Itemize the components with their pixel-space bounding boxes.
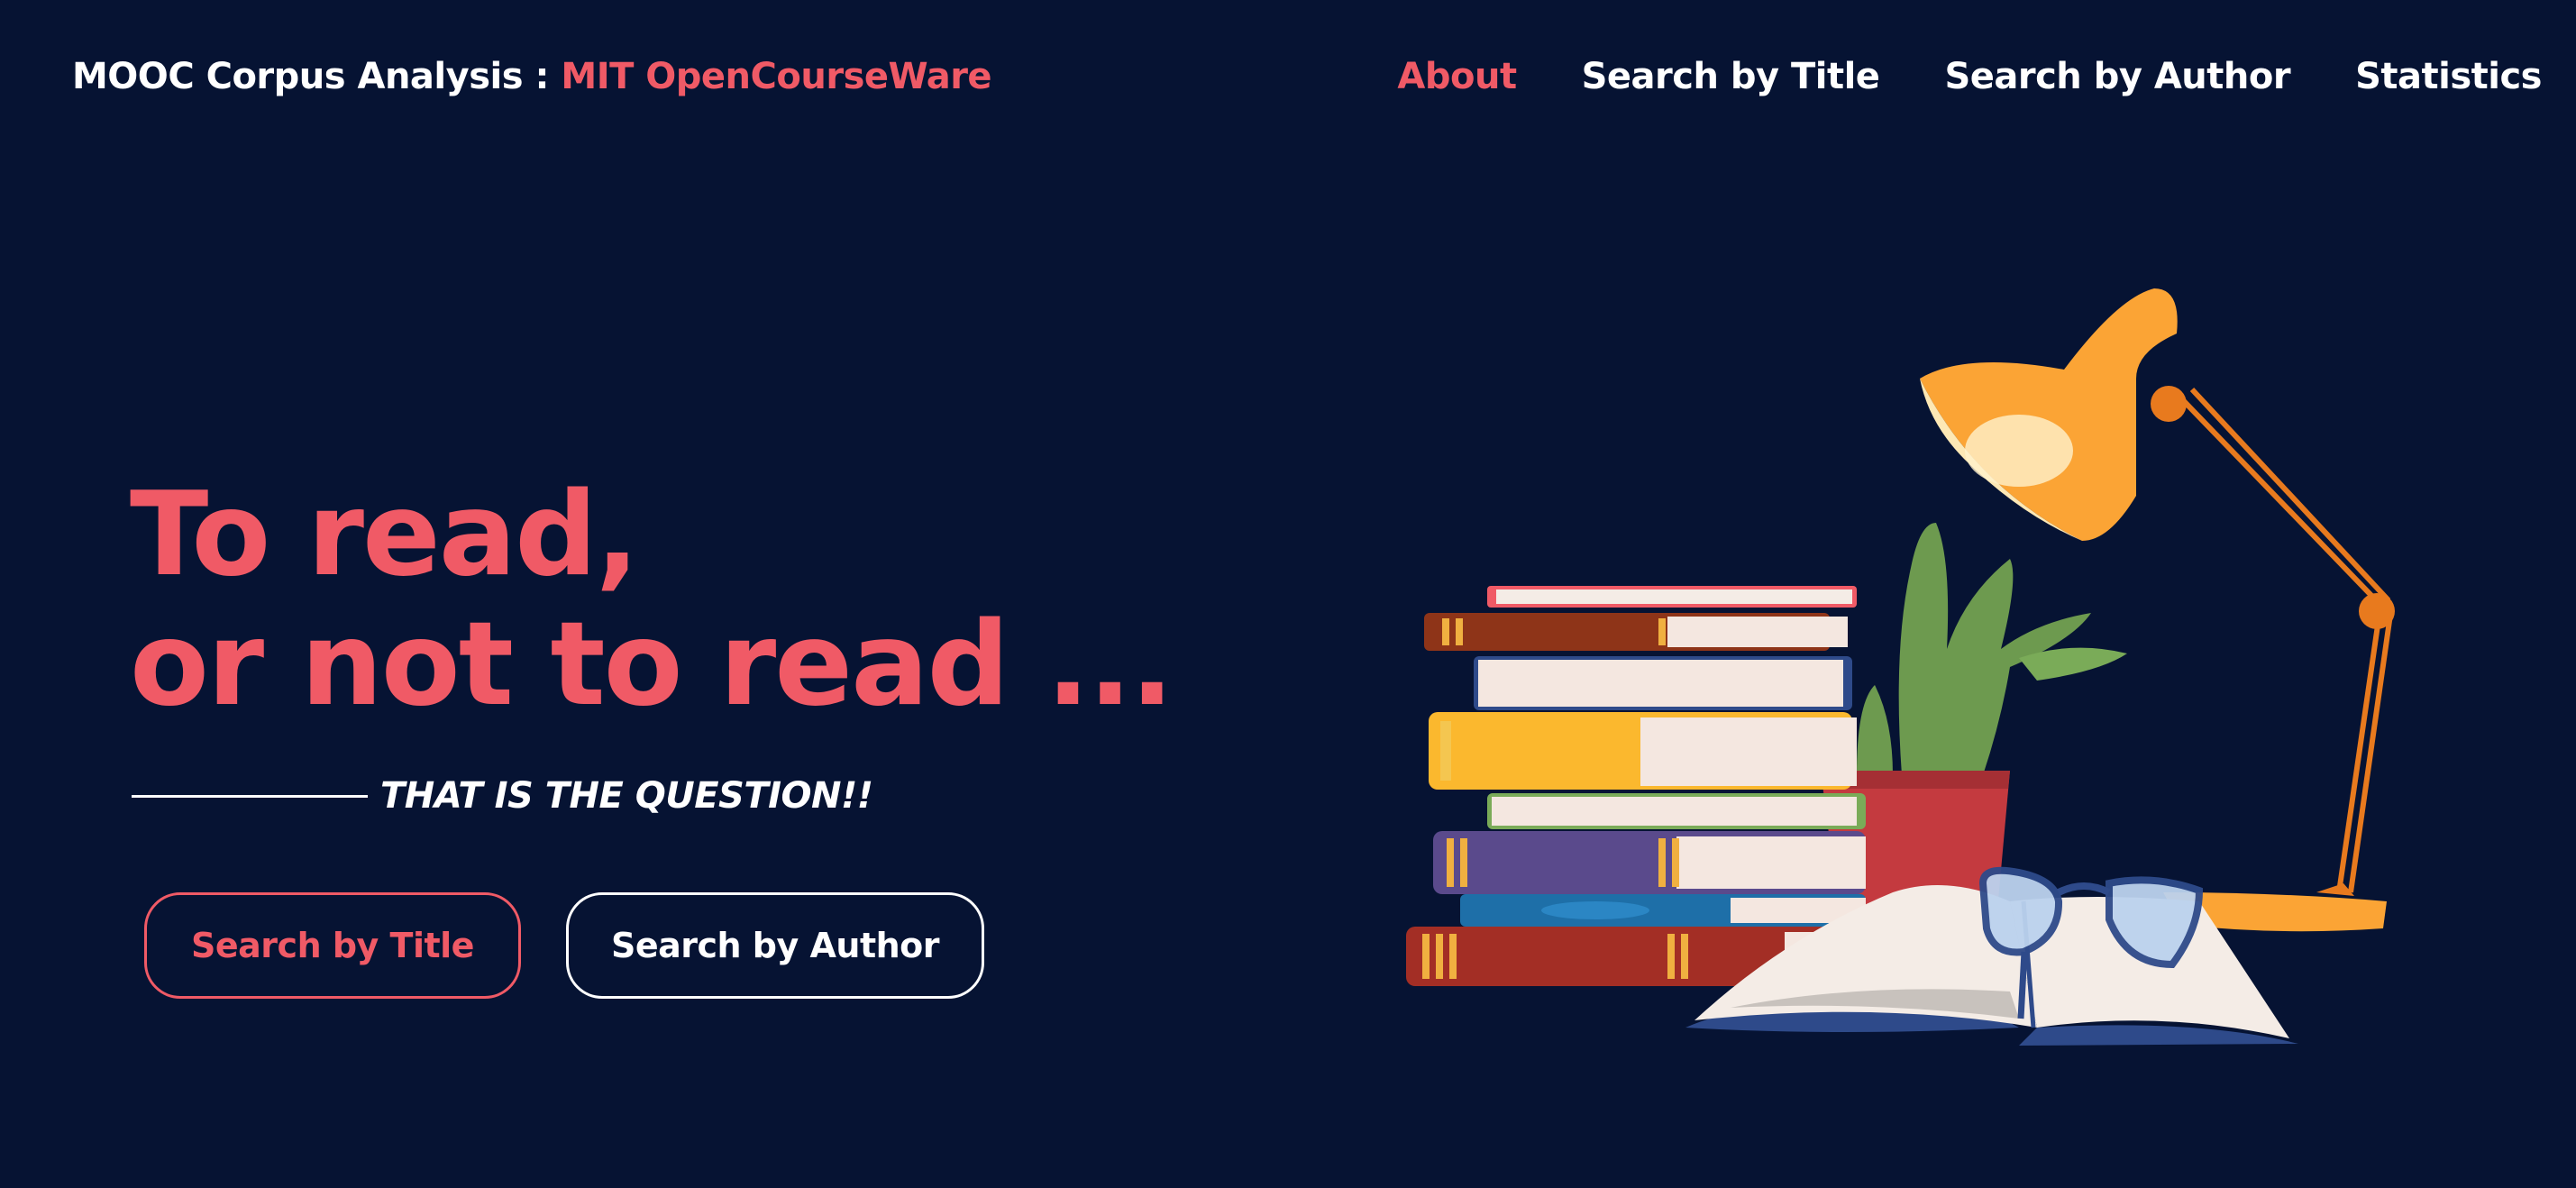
hero-title-line-1: To read,: [130, 468, 639, 602]
nav-about[interactable]: About: [1397, 56, 1517, 97]
tagline-divider: [132, 794, 368, 798]
tagline-text: THAT IS THE QUESTION!!: [380, 775, 873, 817]
hero-title: To read, or not to read ...: [130, 468, 1174, 732]
nav-statistics[interactable]: Statistics: [2355, 56, 2542, 97]
site-brand[interactable]: MOOC Corpus Analysis : MIT OpenCourseWar…: [72, 56, 992, 97]
books-lamp-plant-glasses-illustration: [1406, 288, 2395, 1046]
main-nav: About Search by Title Search by Author S…: [1397, 56, 2542, 97]
book-stack-icon: [1406, 586, 1866, 986]
hero-title-line-2: or not to read ...: [130, 598, 1174, 732]
search-by-title-button[interactable]: Search by Title: [144, 892, 521, 999]
nav-search-by-author[interactable]: Search by Author: [1944, 56, 2290, 97]
potted-plant-icon: [1821, 523, 2127, 910]
search-by-author-button[interactable]: Search by Author: [566, 892, 984, 999]
brand-prefix: MOOC Corpus Analysis :: [72, 56, 562, 97]
hero-tagline: THAT IS THE QUESTION!!: [132, 775, 873, 817]
nav-search-by-title[interactable]: Search by Title: [1582, 56, 1880, 97]
brand-accent: MIT OpenCourseWare: [561, 56, 992, 97]
